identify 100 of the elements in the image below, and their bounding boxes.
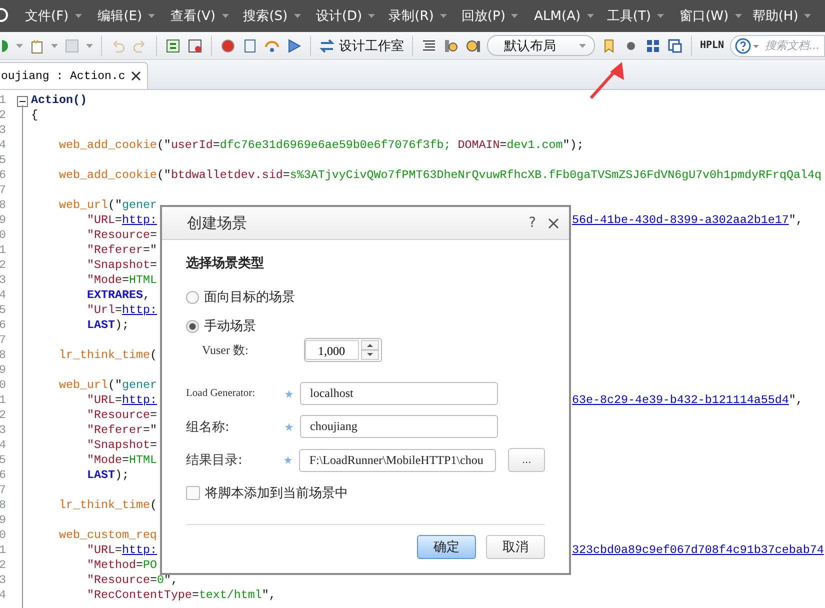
radio-button[interactable] <box>186 290 199 304</box>
browse-button[interactable]: ... <box>508 448 545 472</box>
menu-item[interactable]: 编辑(E) <box>98 7 170 25</box>
caret-icon <box>440 14 447 18</box>
layout-select[interactable]: 默认布局 <box>487 35 595 56</box>
code-text: EXTRARES, <box>87 288 150 303</box>
input-field[interactable]: F:\LoadRunner\MobileHTTP1\chou <box>299 448 496 472</box>
close-icon[interactable] <box>548 218 559 228</box>
line-number: 6 <box>0 468 7 483</box>
input-field[interactable]: choujiang <box>300 415 498 438</box>
code-text: web_add_cookie("btdwalletdev.sid=s%3ATjvyCivQWo7fPMT63DheNrQvuwRfhcXB.fFb0gaTVSmZSJ6FdVN6gU7v0h1pmdyRFrqQal4q <box>59 168 822 183</box>
field-label: Load Generator: <box>186 388 256 399</box>
menu-item[interactable]: 帮助(H) <box>752 7 825 25</box>
caret-icon <box>51 44 58 48</box>
collapse-icon[interactable] <box>17 96 28 107</box>
play-icon[interactable] <box>286 38 302 54</box>
line-number: 8 <box>0 198 7 213</box>
caret-icon <box>294 14 301 18</box>
spin-arrows-icon[interactable] <box>361 340 379 360</box>
line-number: 8 <box>0 348 7 363</box>
code-text: "Snapshot= <box>87 258 157 273</box>
menu-item[interactable]: 查看(V) <box>170 7 244 25</box>
list-icon[interactable] <box>421 38 437 54</box>
caret-icon <box>734 14 742 18</box>
code-text: web_url("gener <box>59 378 157 393</box>
dialog-title: 创建场景 <box>187 214 248 232</box>
line-number: 3 <box>0 123 7 138</box>
windows-icon[interactable] <box>667 38 683 54</box>
caret-icon <box>586 14 594 18</box>
dialog-icon[interactable] <box>187 38 203 54</box>
line-number: 1 <box>0 543 7 558</box>
record-icon[interactable] <box>220 38 236 54</box>
line-number: 3 <box>0 573 7 588</box>
input-field[interactable]: localhost <box>300 382 498 405</box>
code-text: "Resource= <box>87 228 157 243</box>
caret-icon <box>86 44 93 48</box>
field-label: 结果目录: <box>186 452 244 469</box>
grid-icon[interactable] <box>645 38 661 54</box>
line-number: 3 <box>0 423 7 438</box>
line-number: 3 <box>0 273 7 288</box>
hpln-button[interactable]: HPLN <box>700 40 724 51</box>
menu-item[interactable]: 回放(P) <box>461 7 534 25</box>
line-number: 2 <box>0 258 7 273</box>
caret-icon <box>222 14 229 18</box>
menu-item[interactable]: 工具(T) <box>606 7 680 25</box>
vuser-count-label: Vuser 数: <box>202 342 250 358</box>
caret-icon <box>16 44 23 48</box>
vuser-count-spinbox[interactable]: 1,000 <box>304 338 382 362</box>
line-number: 9 <box>0 363 7 378</box>
code-text: "Mode=HTML <box>87 453 157 468</box>
line-number: 5 <box>0 153 7 168</box>
code-text: "URL=http: <box>87 213 157 228</box>
code-text: "Referer=" <box>87 243 157 258</box>
caret-icon <box>74 14 82 18</box>
line-number: 2 <box>0 558 7 573</box>
ok-button[interactable]: 确定 <box>417 535 476 559</box>
editor-tab[interactable]: oujiang : Action.c <box>0 62 148 89</box>
close-icon[interactable] <box>131 71 142 81</box>
line-number: 0 <box>0 228 7 243</box>
code-text: "Referer=" <box>87 423 157 438</box>
code-text: web_add_cookie("userId=dfc76e31d6969e6ae59b0e6f7076f3fb; DOMAIN=dev1.com"); <box>59 138 584 153</box>
field-label: 组名称: <box>186 418 230 436</box>
caret-icon <box>148 14 156 18</box>
code-text: 323cbd0a89c9ef067d708f4c91b37cebab74 <box>572 543 824 558</box>
code-text: "Resource= <box>87 408 157 423</box>
design-studio-button[interactable]: 设计工作室 <box>319 36 404 54</box>
code-text: "URL=http: <box>87 543 157 558</box>
line-number: 2 <box>0 108 7 123</box>
caret-icon <box>368 14 376 18</box>
caret-icon <box>804 14 812 18</box>
help-button[interactable]: ? <box>528 215 536 231</box>
help-icon[interactable] <box>735 38 762 54</box>
code-text: "RecContentType=text/html", <box>87 588 276 603</box>
caret-icon <box>656 14 664 18</box>
code-text: 63e-8c29-4e39-b432-b121114a55d4", <box>572 393 803 408</box>
menu-item[interactable]: 搜索(S) <box>243 7 316 25</box>
line-number: 0 <box>0 528 7 543</box>
radio-button[interactable] <box>186 320 199 332</box>
new-script-icon[interactable] <box>29 38 45 54</box>
code-text: LAST); <box>87 468 129 483</box>
code-text: web_url("gener <box>59 198 157 213</box>
code-text: "Url=http: <box>87 303 157 318</box>
code-text: "Snapshot= <box>87 438 157 453</box>
code-text: LAST); <box>87 318 129 333</box>
line-number: 1 <box>0 93 7 108</box>
radio-label: 手动场景 <box>204 318 256 335</box>
line-number: 5 <box>0 453 7 468</box>
line-number: 6 <box>0 318 7 333</box>
menu-item[interactable]: 设计(D) <box>316 7 389 25</box>
checkbox[interactable] <box>186 486 200 500</box>
line-number: 6 <box>0 168 7 183</box>
menu-item[interactable]: 文件(F) <box>25 7 98 25</box>
code-text: web_custom_req <box>59 528 157 543</box>
cancel-button[interactable]: 取消 <box>486 535 545 559</box>
line-number: 2 <box>0 408 7 423</box>
menu-item[interactable]: 录制(R) <box>388 7 462 25</box>
menu-item[interactable]: 窗口(W) <box>680 7 752 25</box>
line-number: 9 <box>0 213 7 228</box>
menu-item[interactable]: ALM(A) <box>534 8 607 24</box>
code-text: Action() <box>31 93 87 108</box>
